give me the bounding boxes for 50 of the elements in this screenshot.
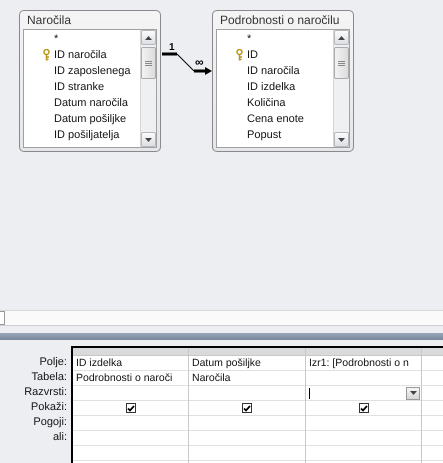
dropdown-button[interactable] xyxy=(406,386,420,400)
table-title: Podrobnosti o naročilu xyxy=(219,12,340,29)
scrollbar[interactable] xyxy=(333,30,349,147)
show-checkbox[interactable] xyxy=(358,403,368,413)
scroll-thumb[interactable] xyxy=(141,47,156,79)
table-cell[interactable]: Naročila xyxy=(189,371,305,386)
down-arrow-icon xyxy=(410,391,416,395)
show-checkbox[interactable] xyxy=(242,403,252,413)
field-name[interactable]: ID pošiljatelja xyxy=(54,127,120,143)
row-label: ali: xyxy=(52,430,67,445)
row-label: Pogoji: xyxy=(32,415,67,430)
up-arrow-icon xyxy=(145,36,152,40)
field-name[interactable]: ID stranke xyxy=(54,79,104,95)
up-arrow-icon xyxy=(338,36,345,40)
one-label: 1 xyxy=(169,43,175,53)
down-arrow-icon xyxy=(145,138,152,142)
field-cell[interactable]: Izr1: [Podrobnosti o n xyxy=(306,356,421,371)
table-window[interactable]: Podrobnosti o naročilu * ID ID naročila ID izdelka Količina Cena enote Popust xyxy=(212,10,354,152)
row-label: Pokaži: xyxy=(30,400,67,415)
field-name[interactable]: ID zaposlenega xyxy=(54,63,130,79)
field-cell[interactable]: ID izdelka xyxy=(73,356,188,371)
field-name[interactable]: Cena enote xyxy=(247,111,304,127)
field-name[interactable]: ID xyxy=(247,47,258,63)
field-name[interactable]: Datum naročila xyxy=(54,95,128,111)
field-name[interactable]: * xyxy=(54,31,58,47)
table-title: Naročila xyxy=(26,12,72,29)
scroll-down-button[interactable] xyxy=(141,132,156,147)
many-label: ∞ xyxy=(195,57,204,67)
field-name[interactable]: * xyxy=(247,31,252,47)
table-cell[interactable]: Podrobnosti o naroči xyxy=(73,371,188,386)
scroll-thumb[interactable] xyxy=(334,47,349,79)
relationship-line xyxy=(162,50,212,76)
row-label: Razvrsti: xyxy=(23,385,67,400)
field-name[interactable]: Datum pošiljke xyxy=(54,111,126,127)
field-name[interactable]: Popust xyxy=(247,127,282,143)
show-checkbox[interactable] xyxy=(126,403,136,413)
table-window[interactable]: Naročila * ID naročila ID zaposlenega ID stranke Datum naročila Datum pošiljke ID pošiljatelja xyxy=(19,10,161,152)
scroll-up-button[interactable] xyxy=(141,30,156,45)
down-arrow-icon xyxy=(338,138,345,142)
field-name[interactable]: Količina xyxy=(247,95,286,111)
row-label: Tabela: xyxy=(30,370,67,385)
scroll-up-button[interactable] xyxy=(334,30,349,45)
scroll-down-button[interactable] xyxy=(334,132,349,147)
scrollbar[interactable] xyxy=(140,30,156,147)
field-cell[interactable]: Datum pošiljke xyxy=(189,356,305,371)
row-label: Polje: xyxy=(38,355,67,370)
horizontal-scrollbar[interactable] xyxy=(0,310,443,326)
field-name[interactable]: ID izdelka xyxy=(247,79,296,95)
field-name[interactable]: ID naročila xyxy=(54,47,107,63)
field-name[interactable]: ID naročila xyxy=(247,63,300,79)
